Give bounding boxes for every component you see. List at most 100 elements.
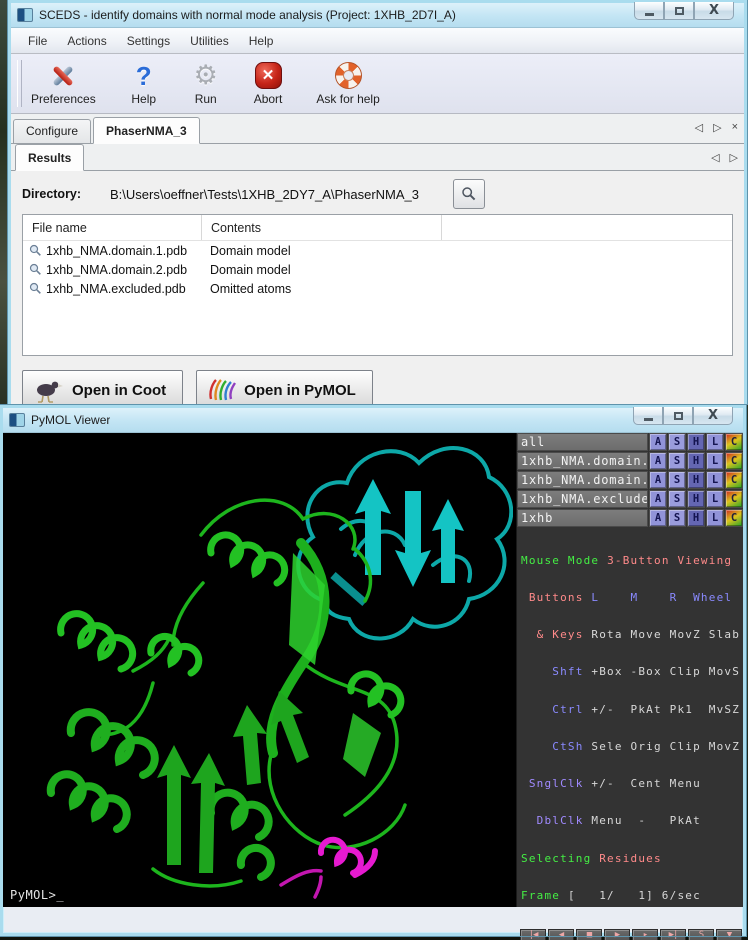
preferences-button[interactable]: Preferences: [27, 56, 100, 111]
directory-label: Directory:: [22, 187, 110, 201]
color-menu-button[interactable]: C: [725, 509, 743, 527]
hide-menu-button[interactable]: H: [687, 471, 705, 489]
menu-settings[interactable]: Settings: [118, 31, 179, 51]
action-menu-button[interactable]: A: [649, 471, 667, 489]
mouse-panel-row: & Keys Rota Move MovZ Slab: [521, 629, 743, 641]
object-name-1xhb[interactable]: 1xhb: [517, 509, 648, 527]
hide-menu-button[interactable]: H: [687, 490, 705, 508]
file-name: 1xhb_NMA.excluded.pdb: [46, 282, 186, 296]
open-in-coot-label: Open in Coot: [72, 382, 166, 399]
tab-configure[interactable]: Configure: [13, 119, 91, 143]
open-in-coot-button[interactable]: Open in Coot: [22, 370, 183, 410]
mouse-mode-panel: Mouse Mode 3-Button Viewing Buttons L M …: [517, 528, 743, 928]
hide-menu-button[interactable]: H: [687, 509, 705, 527]
pymol-close-button[interactable]: X: [693, 407, 733, 425]
ask-for-help-button[interactable]: Ask for help: [312, 56, 383, 111]
open-in-pymol-button[interactable]: Open in PyMOL: [196, 370, 373, 410]
maximize-icon: [675, 7, 684, 15]
maximize-button[interactable]: [664, 2, 694, 20]
menu-file[interactable]: File: [19, 31, 56, 51]
label-menu-button[interactable]: L: [706, 471, 724, 489]
file-contents: Omitted atoms: [201, 282, 441, 296]
play-button[interactable]: ▶: [604, 929, 630, 940]
pymol-titlebar[interactable]: PyMOL Viewer X: [3, 408, 743, 433]
label-menu-button[interactable]: L: [706, 452, 724, 470]
action-menu-button[interactable]: A: [649, 490, 667, 508]
abort-button[interactable]: ✕ Abort: [250, 56, 287, 111]
label-menu-button[interactable]: L: [706, 490, 724, 508]
color-menu-button[interactable]: C: [725, 490, 743, 508]
object-row: 1xhb_NMA.domain. A S H L C: [517, 452, 743, 470]
color-menu-button[interactable]: C: [725, 452, 743, 470]
desktop: SCEDS - identify domains with normal mod…: [0, 0, 748, 940]
help-button[interactable]: ? Help: [126, 56, 162, 111]
tab-phasernma-3[interactable]: PhaserNMA_3: [93, 117, 200, 144]
color-menu-button[interactable]: C: [725, 433, 743, 451]
show-menu-button[interactable]: S: [668, 490, 686, 508]
action-menu-button[interactable]: A: [649, 433, 667, 451]
object-name-domain1[interactable]: 1xhb_NMA.domain.: [517, 452, 648, 470]
dropdown-button[interactable]: ▼: [716, 929, 742, 940]
browse-directory-button[interactable]: [453, 179, 485, 209]
column-contents[interactable]: Contents: [201, 215, 441, 240]
magnifier-icon: [29, 282, 42, 295]
molecule-viewport[interactable]: PyMOL>_: [3, 433, 516, 907]
mouse-panel-row: Buttons L M R Wheel: [521, 592, 743, 604]
rewind-button[interactable]: |◀: [520, 929, 546, 940]
abort-icon: ✕: [254, 62, 282, 90]
table-row[interactable]: 1xhb_NMA.domain.1.pdb Domain model: [23, 241, 732, 260]
file-name: 1xhb_NMA.domain.2.pdb: [46, 263, 187, 277]
maximize-icon: [674, 412, 683, 420]
show-menu-button[interactable]: S: [668, 433, 686, 451]
show-menu-button[interactable]: S: [668, 471, 686, 489]
tab-results[interactable]: Results: [15, 144, 84, 171]
magnifier-icon: [29, 244, 42, 257]
pymol-window: PyMOL Viewer X: [0, 405, 746, 936]
results-tabbar: Results ◁ ▷: [11, 144, 744, 171]
sceds-titlebar[interactable]: SCEDS - identify domains with normal mod…: [11, 3, 744, 28]
hide-menu-button[interactable]: H: [687, 433, 705, 451]
results-scroll-right-icon[interactable]: ▷: [730, 151, 738, 164]
action-menu-button[interactable]: A: [649, 509, 667, 527]
app-icon: [17, 8, 33, 22]
fast-forward-button[interactable]: ▶|: [660, 929, 686, 940]
run-button[interactable]: ⚙ Run: [188, 56, 224, 111]
object-name-all[interactable]: all: [517, 433, 648, 451]
selecting-mode-row: Selecting Residues: [521, 853, 743, 865]
tab-scroll-left-icon[interactable]: ◁: [695, 121, 703, 134]
hide-menu-button[interactable]: H: [687, 452, 705, 470]
tab-close-icon[interactable]: ×: [732, 121, 738, 134]
minimize-icon: [645, 13, 654, 16]
pymol-minimize-button[interactable]: [633, 407, 663, 425]
pymol-ribbon-icon: [207, 377, 237, 403]
object-name-excluded[interactable]: 1xhb_NMA.exclude: [517, 490, 648, 508]
file-contents: Domain model: [201, 244, 441, 258]
show-menu-button[interactable]: S: [668, 509, 686, 527]
results-scroll-left-icon[interactable]: ◁: [711, 151, 719, 164]
table-row[interactable]: 1xhb_NMA.domain.2.pdb Domain model: [23, 260, 732, 279]
step-forward-button[interactable]: ▸: [632, 929, 658, 940]
minimize-button[interactable]: [634, 2, 664, 20]
step-back-button[interactable]: ◀: [548, 929, 574, 940]
object-name-domain2[interactable]: 1xhb_NMA.domain.: [517, 471, 648, 489]
column-file-name[interactable]: File name: [23, 221, 201, 235]
help-label: Help: [131, 92, 156, 106]
show-menu-button[interactable]: S: [668, 452, 686, 470]
table-row[interactable]: 1xhb_NMA.excluded.pdb Omitted atoms: [23, 279, 732, 298]
close-button[interactable]: X: [694, 2, 734, 20]
stop-button[interactable]: ■: [576, 929, 602, 940]
action-menu-button[interactable]: A: [649, 452, 667, 470]
lifebuoy-icon: [334, 62, 362, 90]
tab-scroll-right-icon[interactable]: ▷: [713, 121, 721, 134]
label-menu-button[interactable]: L: [706, 433, 724, 451]
toolbar-gripper: [17, 60, 22, 107]
scene-button[interactable]: S: [688, 929, 714, 940]
menu-help[interactable]: Help: [240, 31, 283, 51]
color-menu-button[interactable]: C: [725, 471, 743, 489]
command-prompt[interactable]: PyMOL>_: [10, 888, 64, 902]
object-row: 1xhb_NMA.domain. A S H L C: [517, 471, 743, 489]
label-menu-button[interactable]: L: [706, 509, 724, 527]
menu-actions[interactable]: Actions: [58, 31, 115, 51]
pymol-maximize-button[interactable]: [663, 407, 693, 425]
menu-utilities[interactable]: Utilities: [181, 31, 238, 51]
